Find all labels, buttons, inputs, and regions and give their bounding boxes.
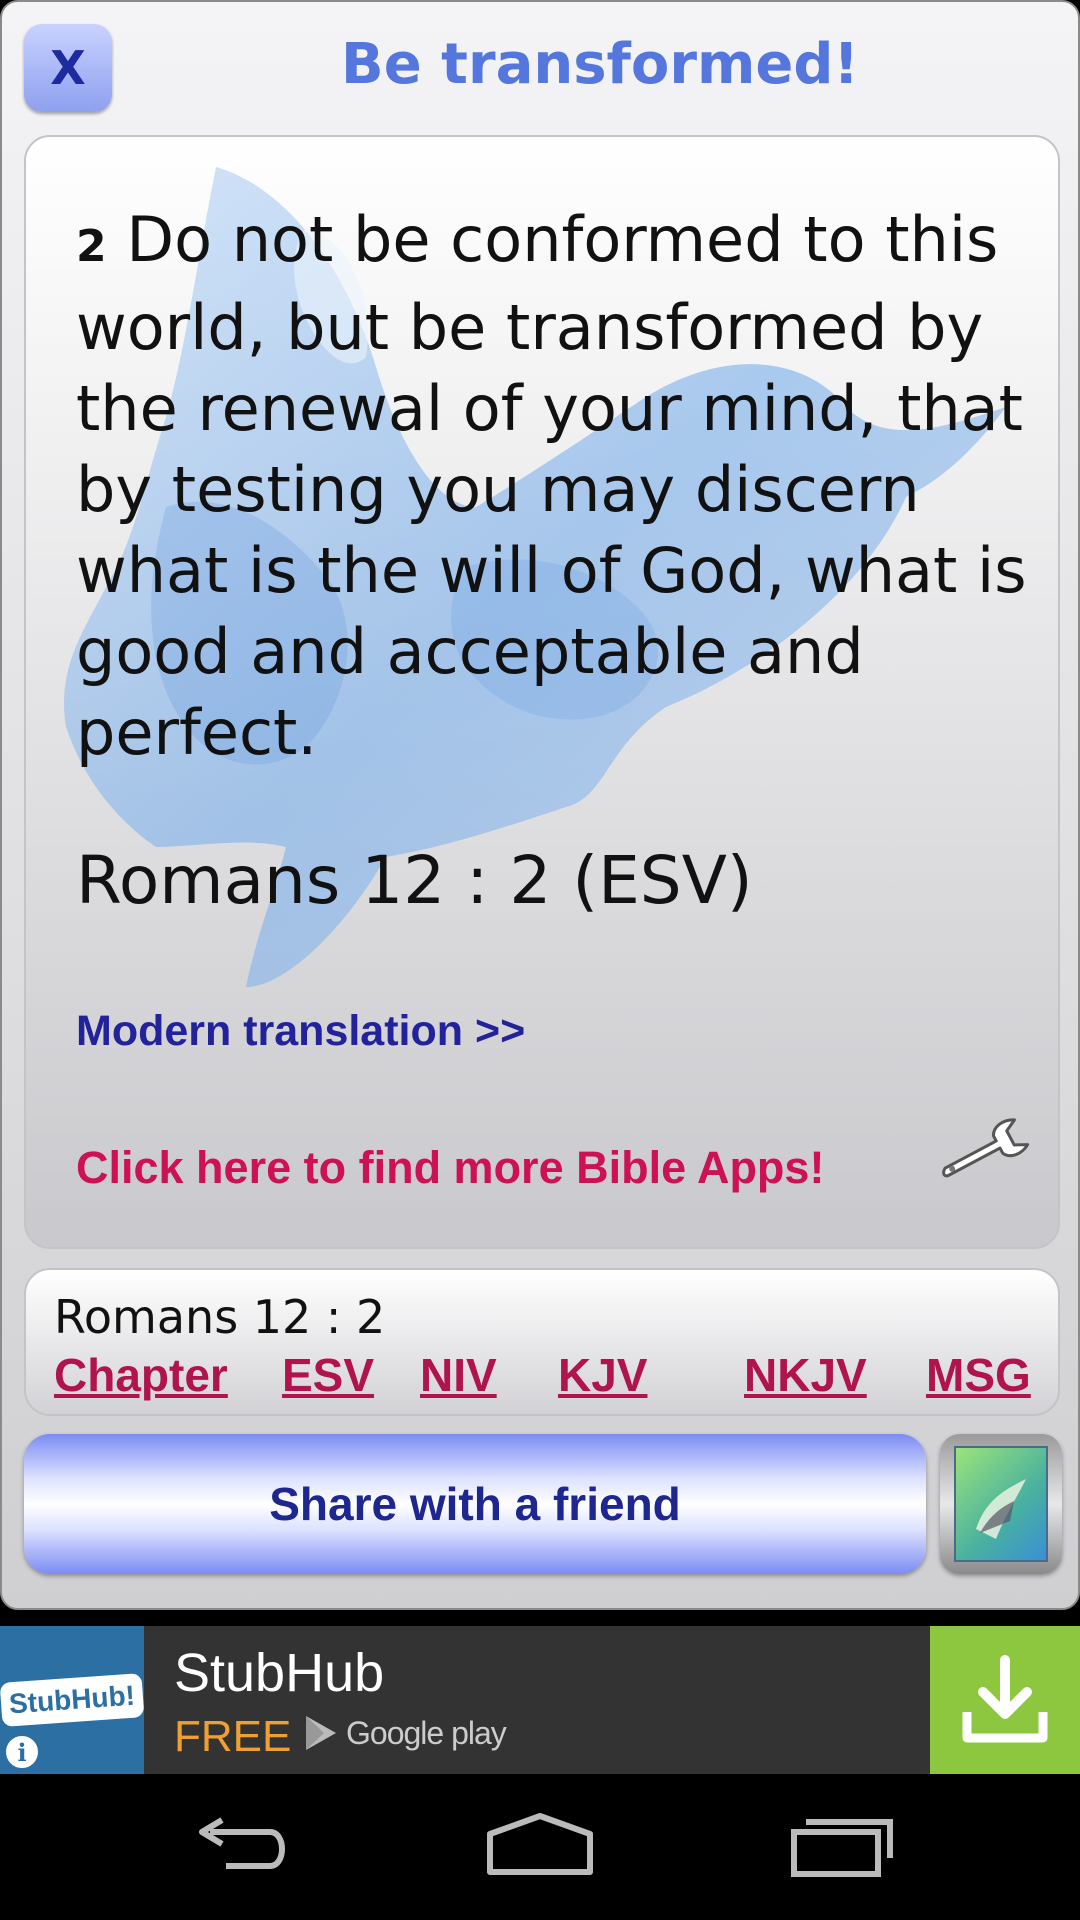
app-icon-button[interactable] bbox=[940, 1434, 1062, 1574]
translation-links-card: Romans 12 : 2 Chapter ESV NIV KJV NKJV M… bbox=[24, 1268, 1060, 1416]
niv-link[interactable]: NIV bbox=[420, 1348, 497, 1402]
links-reference: Romans 12 : 2 bbox=[54, 1290, 386, 1344]
modern-translation-link[interactable]: Modern translation >> bbox=[76, 1007, 525, 1056]
nkjv-link[interactable]: NKJV bbox=[744, 1348, 867, 1402]
verse-card: 2 Do not be conformed to this world, but… bbox=[24, 135, 1060, 1249]
verse-number: 2 bbox=[76, 221, 107, 272]
page-title: Be transformed! bbox=[341, 32, 859, 97]
download-button[interactable] bbox=[930, 1626, 1080, 1774]
google-play-icon bbox=[306, 1716, 336, 1750]
back-icon[interactable] bbox=[180, 1810, 300, 1880]
google-play-badge: Google play bbox=[304, 1714, 507, 1752]
verse-reference: Romans 12 : 2 (ESV) bbox=[76, 842, 753, 919]
app-window: X Be transformed! 2 Do not be conformed … bbox=[0, 0, 1080, 1610]
ad-price: FREE bbox=[174, 1712, 292, 1761]
share-button[interactable]: Share with a friend bbox=[24, 1434, 926, 1574]
wrench-icon[interactable] bbox=[934, 1112, 1034, 1192]
recents-icon[interactable] bbox=[780, 1810, 900, 1880]
chapter-link[interactable]: Chapter bbox=[54, 1348, 228, 1402]
msg-link[interactable]: MSG bbox=[926, 1348, 1031, 1402]
more-bible-apps-link[interactable]: Click here to find more Bible Apps! bbox=[76, 1142, 824, 1194]
stubhub-logo-text: StubHub! bbox=[0, 1673, 145, 1727]
ad-app-name: StubHub bbox=[174, 1643, 385, 1703]
download-icon bbox=[962, 1655, 1048, 1743]
home-icon[interactable] bbox=[480, 1810, 600, 1880]
verse-text: 2 Do not be conformed to this world, but… bbox=[76, 199, 1036, 773]
system-navigation-bar bbox=[0, 1774, 1080, 1920]
app-thumbnail-icon bbox=[954, 1446, 1048, 1562]
kjv-link[interactable]: KJV bbox=[558, 1348, 647, 1402]
info-icon[interactable]: i bbox=[4, 1734, 40, 1770]
translation-links-row: Chapter ESV NIV KJV NKJV MSG bbox=[54, 1348, 1044, 1408]
esv-link[interactable]: ESV bbox=[282, 1348, 374, 1402]
verse-body: Do not be conformed to this world, but b… bbox=[76, 203, 1027, 769]
google-play-label: Google play bbox=[346, 1714, 507, 1751]
close-button[interactable]: X bbox=[24, 24, 112, 112]
ad-banner[interactable]: StubHub! i StubHub FREE Google play bbox=[0, 1626, 1080, 1774]
